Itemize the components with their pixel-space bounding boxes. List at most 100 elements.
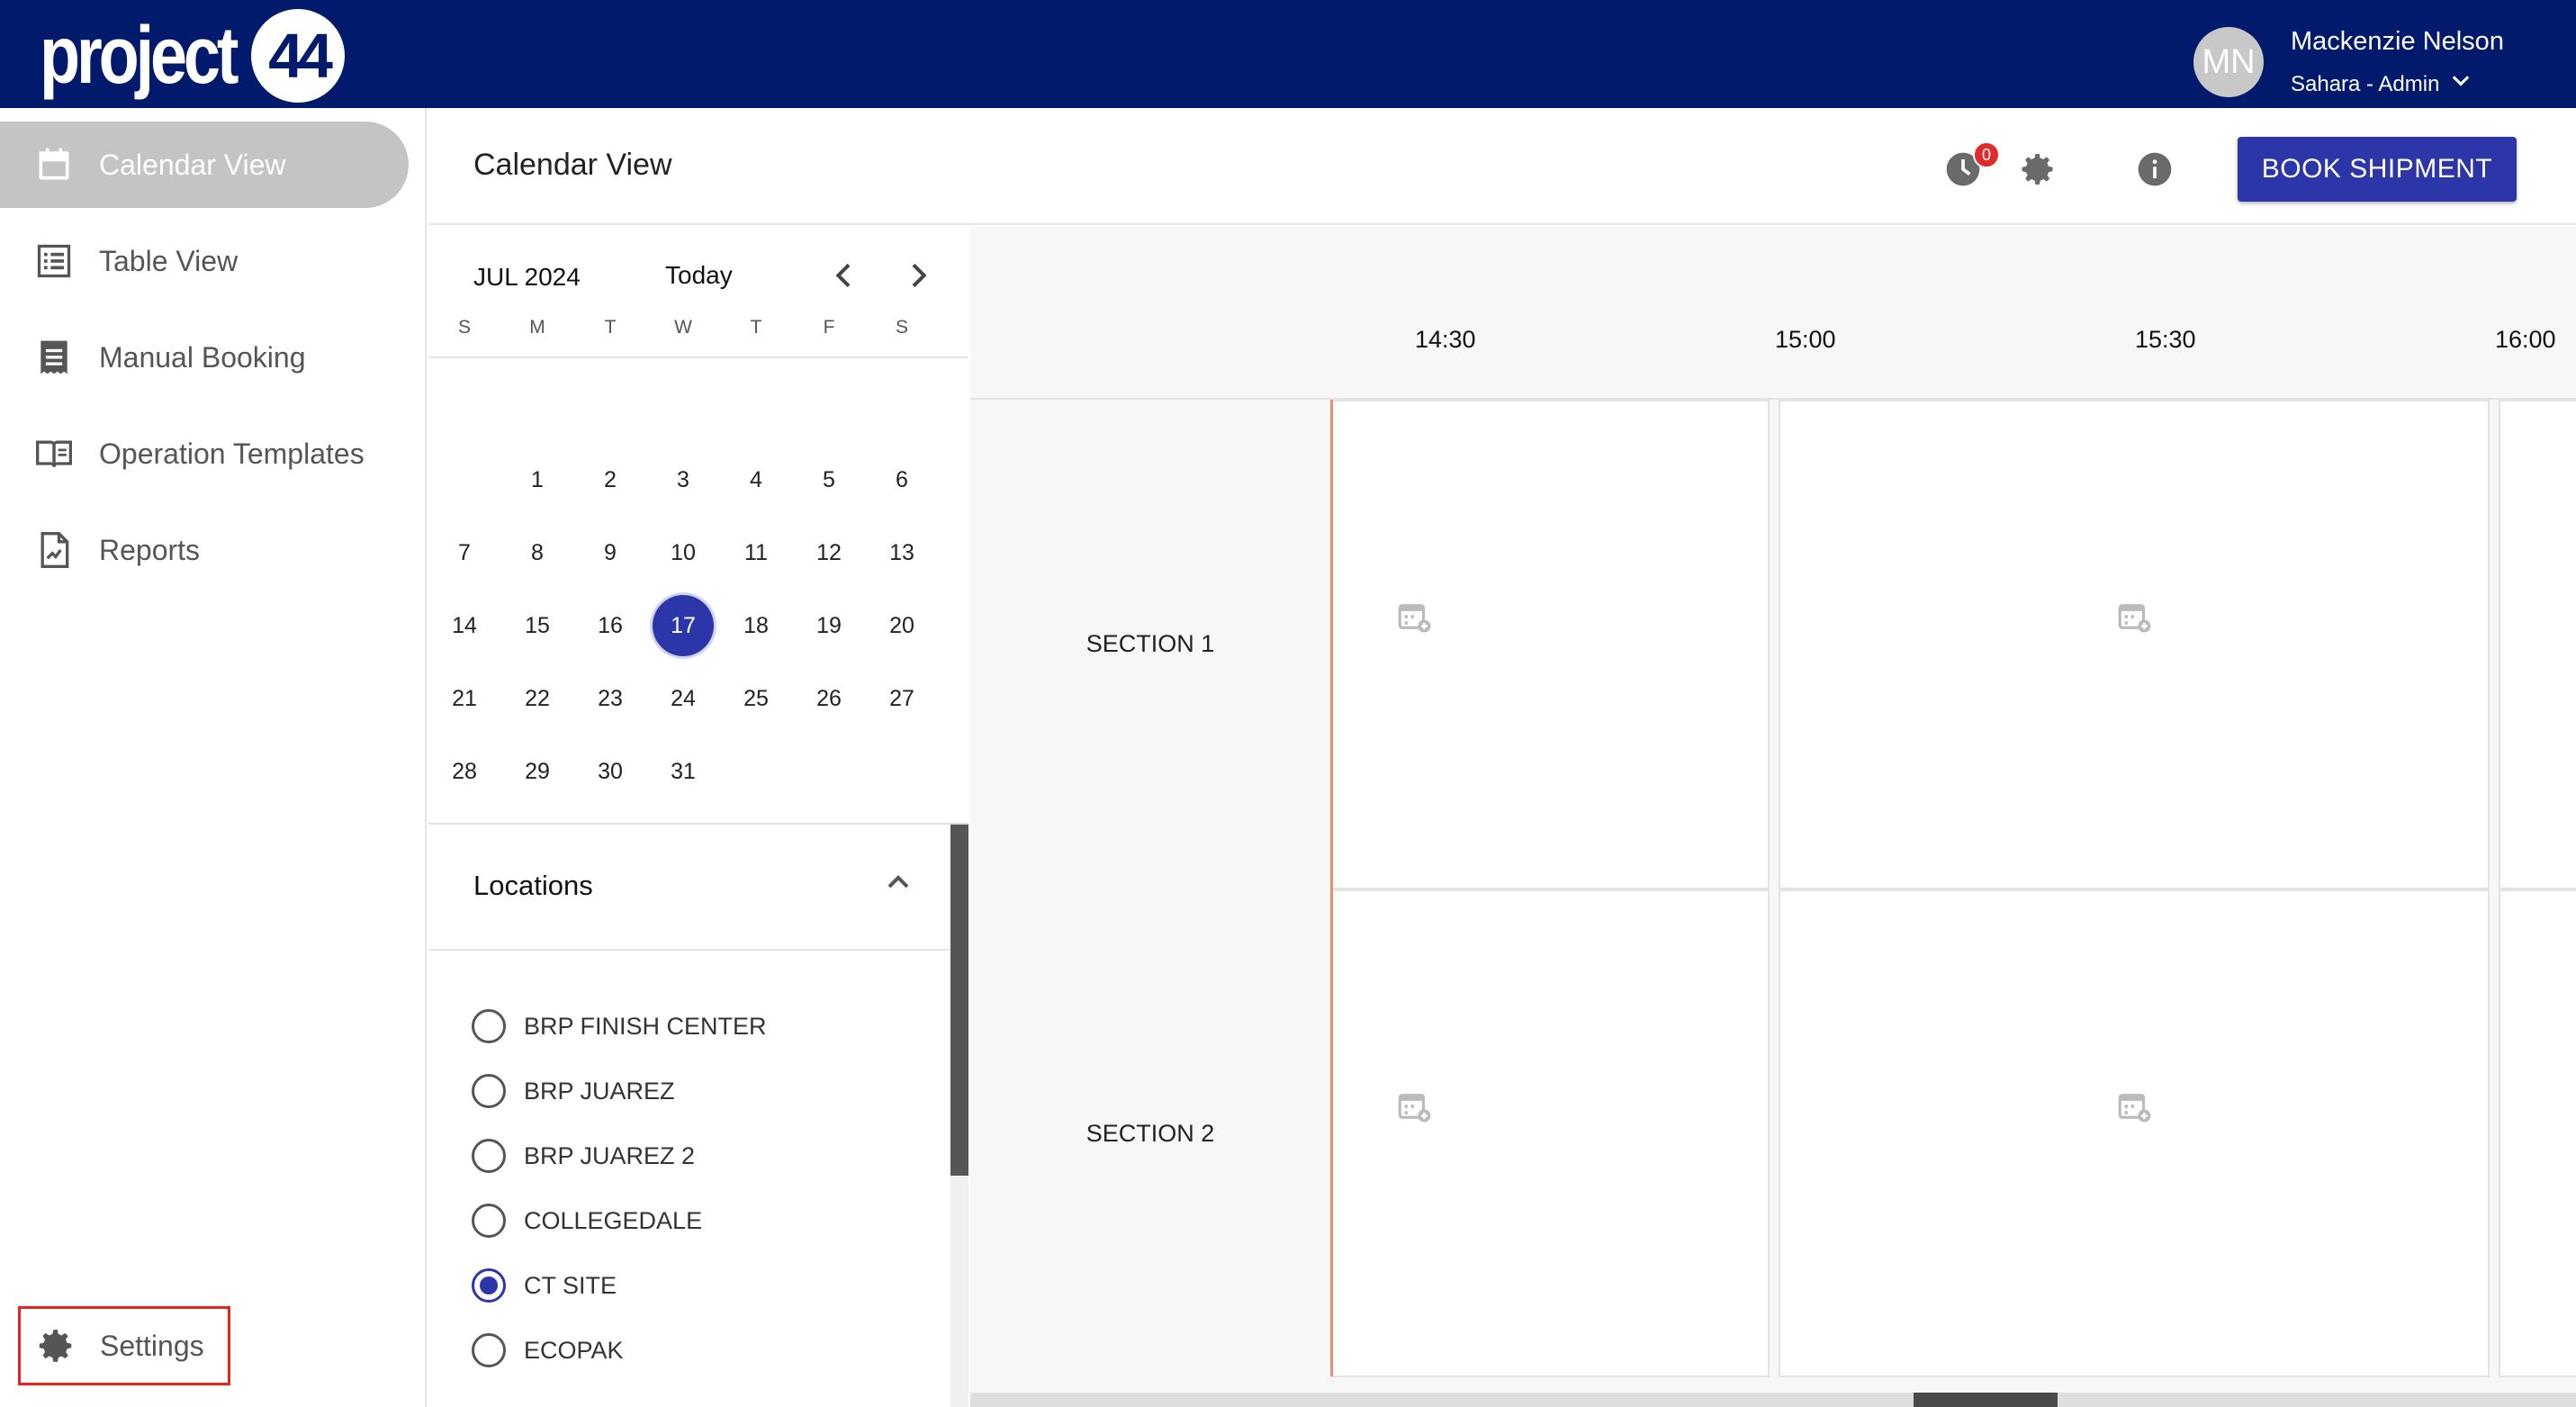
radio-checked-icon[interactable] — [472, 1268, 506, 1303]
time-label: 16:00 — [2495, 326, 2556, 353]
calendar-day-number: 9 — [604, 539, 617, 565]
calendar-day[interactable]: 22 — [501, 667, 573, 730]
calendar-day-number: 5 — [823, 466, 835, 492]
sidebar-item-label: Calendar View — [99, 148, 286, 181]
calendar-day[interactable]: 21 — [428, 667, 500, 730]
scrollbar-thumb[interactable] — [950, 825, 968, 1176]
calendar-day[interactable]: 20 — [866, 594, 938, 657]
weekday-label: S — [457, 317, 471, 338]
sidebar-item-reports[interactable]: Reports — [0, 507, 409, 593]
location-label: BRP FINISH CENTER — [524, 1012, 767, 1040]
calendar-day[interactable]: 30 — [574, 740, 646, 803]
current-time-indicator — [1330, 400, 1333, 1376]
weekday-label: T — [750, 317, 762, 338]
horizontal-scrollbar-thumb[interactable] — [1914, 1393, 2058, 1407]
calendar-day[interactable]: 28 — [428, 740, 500, 803]
calendar-day[interactable]: 26 — [793, 667, 865, 730]
calendar-day[interactable]: 11 — [720, 521, 792, 584]
locations-title: Locations — [473, 870, 593, 901]
calendar-day[interactable]: 8 — [501, 521, 573, 584]
weekday-label: F — [823, 317, 835, 338]
calendar-day[interactable]: 17 — [647, 594, 719, 657]
info-icon[interactable] — [2135, 149, 2175, 189]
calendar-day[interactable]: 23 — [574, 667, 646, 730]
calendar-day-number: 8 — [531, 539, 544, 565]
weekday-label: W — [674, 317, 692, 338]
time-slot[interactable] — [2499, 400, 2576, 889]
calendar-day[interactable]: 29 — [501, 740, 573, 803]
radio-unchecked-icon[interactable] — [472, 1333, 506, 1367]
radio-unchecked-icon[interactable] — [472, 1139, 506, 1173]
gear-icon — [35, 1325, 77, 1366]
location-radio-item[interactable]: COLLEGEDALE — [472, 1201, 702, 1240]
calendar-day-number: 17 — [653, 595, 714, 656]
time-slot[interactable] — [1779, 400, 2490, 889]
sidebar-item-table-view[interactable]: Table View — [0, 218, 409, 304]
calendar-day-number: 23 — [598, 685, 623, 711]
sidebar-item-settings[interactable]: Settings — [18, 1306, 230, 1385]
time-slot[interactable] — [1330, 889, 1770, 1377]
sidebar-item-calendar-view[interactable]: Calendar View — [0, 122, 409, 208]
calendar-day[interactable]: 19 — [793, 594, 865, 657]
calendar-day[interactable]: 24 — [647, 667, 719, 730]
time-slot[interactable] — [1779, 889, 2490, 1377]
calendar-day[interactable]: 4 — [720, 448, 792, 511]
radio-unchecked-icon[interactable] — [472, 1204, 506, 1238]
user-role-dropdown[interactable]: Sahara - Admin — [2291, 68, 2473, 100]
location-radio-item[interactable]: BRP JUAREZ — [472, 1071, 675, 1111]
calendar-day[interactable]: 7 — [428, 521, 500, 584]
calendar-add-icon — [1395, 1087, 1433, 1125]
calendar-icon — [34, 145, 74, 185]
calendar-month-label[interactable]: JUL 2024 — [473, 263, 581, 292]
calendar-day[interactable]: 9 — [574, 521, 646, 584]
chevron-up-icon[interactable] — [880, 864, 916, 900]
book-shipment-button[interactable]: BOOK SHIPMENT — [2238, 137, 2517, 202]
location-radio-item[interactable]: ECOPAK — [472, 1330, 624, 1370]
location-radio-item[interactable]: BRP FINISH CENTER — [472, 1006, 767, 1046]
location-radio-item[interactable]: CT SITE — [472, 1266, 617, 1305]
calendar-day[interactable]: 5 — [793, 448, 865, 511]
calendar-day-number: 30 — [598, 758, 623, 784]
calendar-day-number: 14 — [452, 612, 477, 638]
avatar[interactable]: MN — [2193, 27, 2264, 97]
calendar-day[interactable]: 27 — [866, 667, 938, 730]
time-slot[interactable] — [2499, 889, 2576, 1377]
calendar-day[interactable]: 13 — [866, 521, 938, 584]
calendar-day-number: 28 — [452, 758, 477, 784]
horizontal-scrollbar-track[interactable] — [970, 1393, 2576, 1407]
chevron-right-icon[interactable] — [900, 257, 936, 293]
project44-logo[interactable]: project 44 — [40, 9, 372, 103]
sidebar-item-operation-templates[interactable]: Operation Templates — [0, 410, 409, 497]
location-radio-item[interactable]: BRP JUAREZ 2 — [472, 1136, 695, 1176]
radio-unchecked-icon[interactable] — [472, 1074, 506, 1108]
calendar-day[interactable]: 6 — [866, 448, 938, 511]
weekday-label: T — [604, 317, 617, 338]
calendar-day[interactable]: 3 — [647, 448, 719, 511]
locations-header[interactable]: Locations — [428, 825, 950, 951]
location-label: BRP JUAREZ — [524, 1077, 675, 1105]
sidebar-item-manual-booking[interactable]: Manual Booking — [0, 314, 409, 401]
calendar-day-number: 25 — [743, 685, 769, 711]
calendar-day[interactable]: 16 — [574, 594, 646, 657]
calendar-day[interactable]: 10 — [647, 521, 719, 584]
calendar-day[interactable]: 25 — [720, 667, 792, 730]
calendar-day[interactable]: 15 — [501, 594, 573, 657]
calendar-day[interactable]: 18 — [720, 594, 792, 657]
calendar-day-number: 15 — [525, 612, 550, 638]
gear-icon[interactable] — [2018, 149, 2058, 189]
calendar-day[interactable]: 2 — [574, 448, 646, 511]
calendar-day[interactable]: 1 — [501, 448, 573, 511]
time-slot[interactable] — [1330, 400, 1770, 889]
list-icon — [34, 241, 74, 281]
calendar-day-number: 6 — [896, 466, 908, 492]
sidebar: Calendar View Table View Manual Booking … — [0, 108, 427, 1407]
weekday-label: S — [895, 317, 908, 338]
calendar-day[interactable]: 31 — [647, 740, 719, 803]
calendar-day[interactable]: 12 — [793, 521, 865, 584]
calendar-day-number: 7 — [458, 539, 471, 565]
today-button[interactable]: Today — [665, 261, 733, 290]
report-icon — [34, 530, 74, 570]
chevron-left-icon[interactable] — [826, 257, 862, 293]
calendar-day[interactable]: 14 — [428, 594, 500, 657]
radio-unchecked-icon[interactable] — [472, 1009, 506, 1043]
